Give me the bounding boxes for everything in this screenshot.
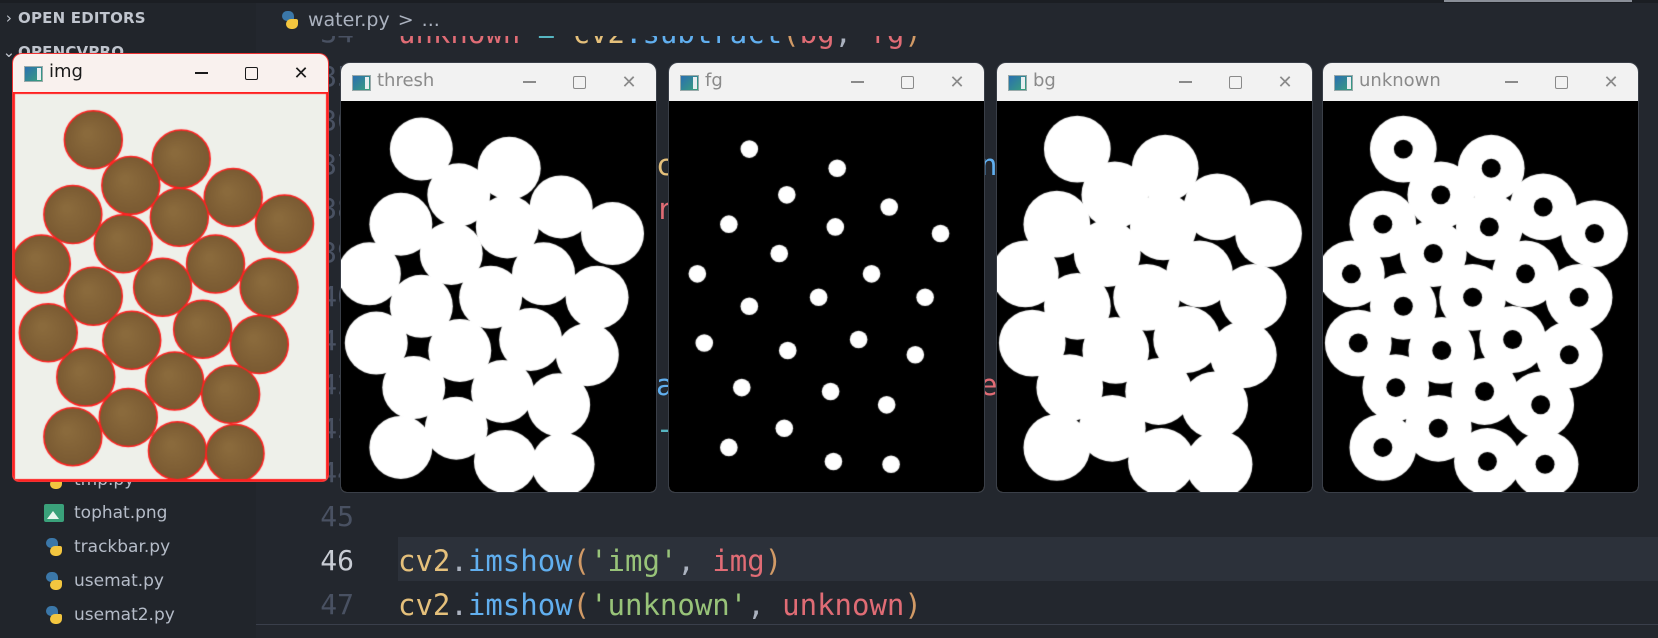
python-icon: [44, 605, 64, 625]
file-item-usemat2[interactable]: usemat2.py: [44, 605, 175, 625]
breadcrumb: water.py > ...: [256, 3, 1658, 36]
maximize-button[interactable]: [892, 69, 922, 95]
maximize-icon: [244, 66, 258, 80]
window-titlebar[interactable]: unknown ✕: [1323, 63, 1638, 101]
code-line-47[interactable]: cv2.imshow('unknown', unknown): [398, 583, 922, 627]
python-icon: [280, 10, 300, 30]
close-icon: ✕: [1277, 71, 1293, 93]
maximize-button[interactable]: [564, 69, 594, 95]
close-icon: ✕: [293, 62, 309, 84]
app-icon: [1334, 75, 1353, 91]
file-item-tophat[interactable]: tophat.png: [44, 503, 167, 523]
close-icon: ✕: [1603, 71, 1619, 93]
maximize-icon: [1228, 75, 1242, 89]
window-fg[interactable]: fg ✕: [669, 63, 984, 492]
python-icon: [44, 537, 64, 557]
maximize-button[interactable]: [1220, 69, 1250, 95]
minimize-button[interactable]: [842, 69, 872, 95]
app-icon: [24, 66, 43, 82]
window-bg[interactable]: bg ✕: [997, 63, 1312, 492]
close-button[interactable]: ✕: [1270, 69, 1300, 95]
maximize-button[interactable]: [1546, 69, 1576, 95]
line-number: 45: [320, 500, 354, 533]
open-editors-header[interactable]: › OPEN EDITORS: [0, 9, 146, 27]
breadcrumb-symbols[interactable]: ...: [422, 9, 440, 31]
app-icon: [680, 75, 699, 91]
minimize-icon: [194, 72, 208, 74]
chevron-right-icon: ›: [5, 9, 13, 27]
app-icon: [1008, 75, 1027, 91]
window-unknown[interactable]: unknown ✕: [1323, 63, 1638, 492]
breadcrumb-file[interactable]: water.py: [308, 9, 390, 31]
scroll-indicator[interactable]: [1444, 0, 1632, 2]
bg-image: [997, 101, 1312, 492]
minimize-button[interactable]: [514, 69, 544, 95]
file-item-usemat[interactable]: usemat.py: [44, 571, 164, 591]
window-title: fg: [705, 70, 723, 91]
minimize-button[interactable]: [1170, 69, 1200, 95]
python-icon: [44, 571, 64, 591]
maximize-icon: [572, 75, 586, 89]
minimize-button[interactable]: [1496, 69, 1526, 95]
window-titlebar[interactable]: thresh ✕: [341, 63, 656, 101]
image-icon: [44, 504, 64, 522]
window-img[interactable]: img ✕: [13, 54, 328, 481]
unknown-image: [1323, 101, 1638, 492]
thresh-image: [341, 101, 656, 492]
file-item-trackbar[interactable]: trackbar.py: [44, 537, 170, 557]
minimize-icon: [1178, 81, 1192, 83]
line-number: 46: [320, 544, 354, 577]
line-number: 47: [320, 588, 354, 621]
close-button[interactable]: ✕: [1596, 69, 1626, 95]
minimize-button[interactable]: [186, 60, 216, 86]
minimize-icon: [1504, 81, 1518, 83]
app-icon: [352, 75, 371, 91]
close-icon: ✕: [949, 71, 965, 93]
window-titlebar[interactable]: bg ✕: [997, 63, 1312, 101]
code-line-46[interactable]: cv2.imshow('img', img): [398, 539, 782, 583]
img-image: [13, 92, 328, 481]
close-button[interactable]: ✕: [942, 69, 972, 95]
window-title: unknown: [1359, 70, 1441, 91]
window-title: thresh: [377, 70, 435, 91]
panel-divider: [256, 624, 1658, 625]
window-title: bg: [1033, 70, 1056, 91]
window-titlebar[interactable]: fg ✕: [669, 63, 984, 101]
maximize-icon: [1554, 75, 1568, 89]
breadcrumb-separator: >: [397, 8, 414, 31]
minimize-icon: [850, 81, 864, 83]
fg-image: [669, 101, 984, 492]
close-button[interactable]: ✕: [286, 60, 316, 86]
window-titlebar[interactable]: img ✕: [13, 54, 328, 92]
window-thresh[interactable]: thresh ✕: [341, 63, 656, 492]
window-title: img: [49, 61, 83, 82]
minimize-icon: [522, 81, 536, 83]
maximize-icon: [900, 75, 914, 89]
close-icon: ✕: [621, 71, 637, 93]
maximize-button[interactable]: [236, 60, 266, 86]
close-button[interactable]: ✕: [614, 69, 644, 95]
